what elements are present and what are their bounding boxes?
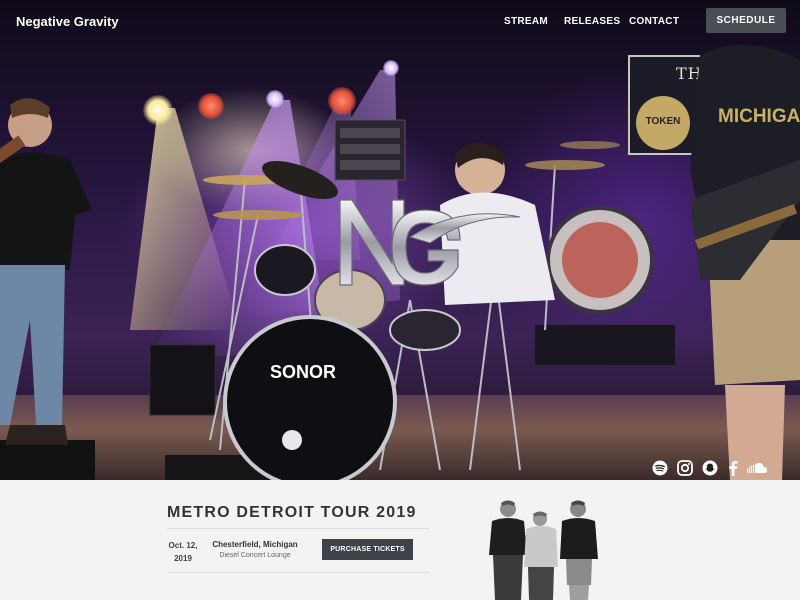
hero-banner: THE TOKEN SONOR MICHIGA Negative Gravity… <box>0 0 800 480</box>
event-date-line1: Oct. 12, <box>168 541 198 550</box>
purchase-tickets-button[interactable]: PURCHASE TICKETS <box>322 539 413 560</box>
event-date-line2: 2019 <box>174 554 192 563</box>
divider <box>167 572 429 573</box>
shirt-print: MICHIGAN <box>718 106 800 127</box>
tour-title: METRO DETROIT TOUR 2019 <box>167 504 417 521</box>
soundcloud-icon[interactable] <box>746 459 768 477</box>
nav-releases[interactable]: RELEASES <box>564 16 620 27</box>
instagram-icon[interactable] <box>676 459 694 477</box>
spotify-icon[interactable] <box>651 459 669 477</box>
event-city: Chesterfield, Michigan <box>212 540 298 549</box>
nav-stream[interactable]: STREAM <box>504 16 548 27</box>
event-date: Oct. 12, 2019 <box>168 539 198 565</box>
schedule-button[interactable]: SCHEDULE <box>706 8 786 33</box>
snapchat-icon[interactable] <box>701 459 719 477</box>
facebook-icon[interactable] <box>724 459 742 477</box>
band-photo <box>489 500 598 600</box>
brand-logo-text[interactable]: Negative Gravity <box>16 14 119 29</box>
nav-contact[interactable]: CONTACT <box>629 16 679 27</box>
divider <box>167 528 429 529</box>
band-logo <box>339 199 520 286</box>
event-venue: Diesel Concert Lounge <box>219 552 291 559</box>
